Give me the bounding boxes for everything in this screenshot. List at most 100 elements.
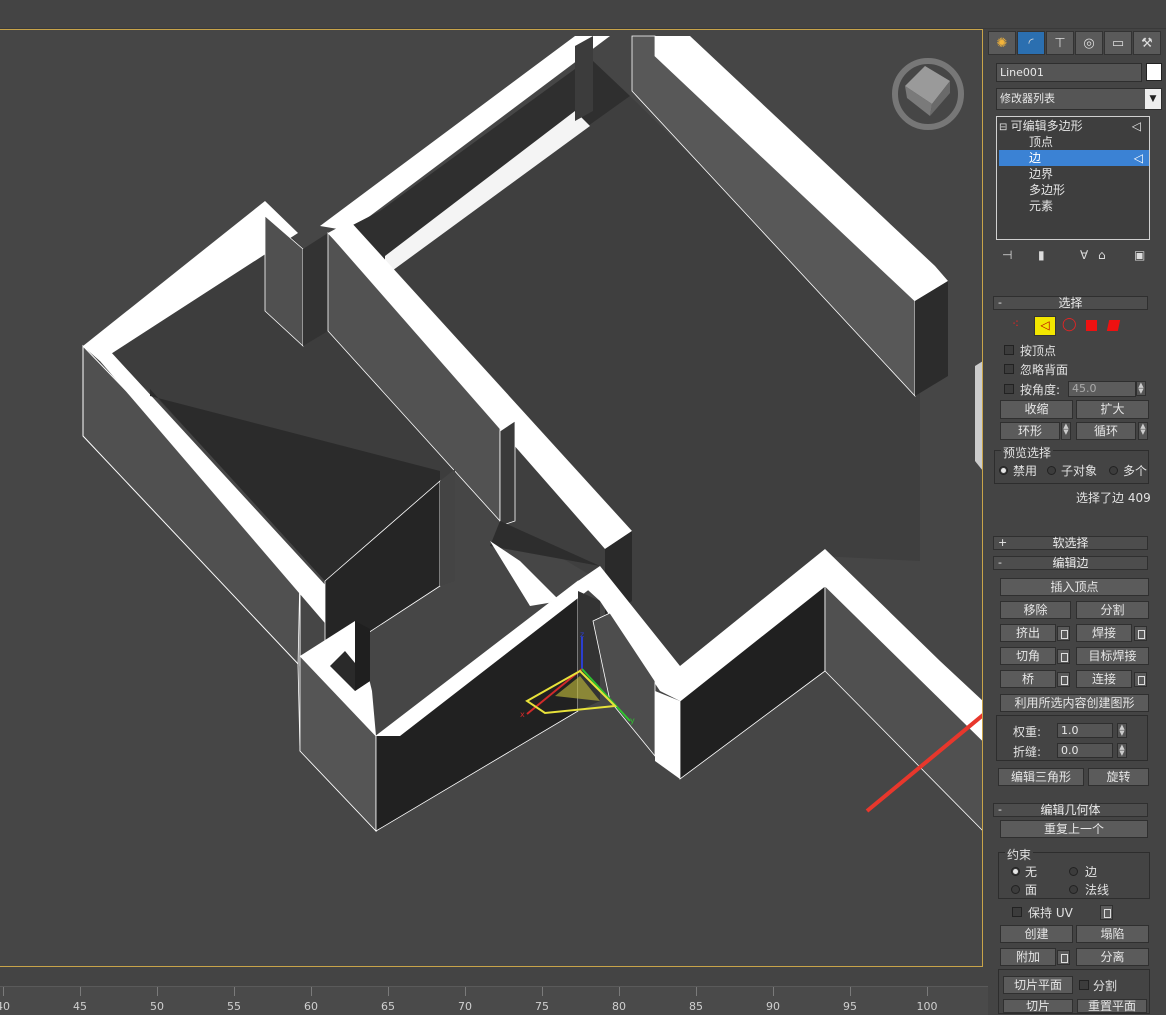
polygon-mode-icon[interactable] [1086,320,1097,331]
command-panel: ✺ ◜ ⊤ ◎ ▭ ⚒ Line001 修改器列表 ▼ ⊟ 可编辑多边形 ◁ 顶… [988,29,1166,1014]
hierarchy-tab-icon[interactable]: ⊤ [1046,31,1074,55]
grow-button[interactable]: 扩大 [1076,400,1149,419]
modifier-list-dropdown[interactable]: 修改器列表 ▼ [996,88,1162,110]
extrude-settings-icon[interactable] [1057,626,1070,641]
stack-item-polygon[interactable]: 多边形 [999,182,1149,198]
create-shape-button[interactable]: 利用所选内容创建图形 [1000,694,1149,712]
bridge-settings-icon[interactable] [1057,672,1070,687]
by-vertex-checkbox[interactable] [1004,345,1014,355]
edit-edges-rollout-header[interactable]: - 编辑边 [993,556,1148,570]
scene-geometry: z x y [0,30,982,966]
modifier-stack[interactable]: ⊟ 可编辑多边形 ◁ 顶点 边 ◁ 边界 多边形 元素 [996,116,1150,240]
object-color-swatch[interactable] [1146,63,1162,81]
loop-spinner[interactable]: ▲ ▼ [1138,422,1148,440]
detach-button[interactable]: 分离 [1076,948,1149,966]
svg-text:x: x [520,710,525,719]
constraint-face-radio[interactable] [1011,885,1020,894]
selection-rollout-header[interactable]: - 选择 [993,296,1148,310]
command-panel-tabs: ✺ ◜ ⊤ ◎ ▭ ⚒ [988,31,1163,55]
show-end-result-icon[interactable]: ▮ [1038,248,1045,262]
insert-vertex-button[interactable]: 插入顶点 [1000,578,1149,596]
tick-label: 95 [843,1000,857,1013]
motion-tab-icon[interactable]: ◎ [1075,31,1103,55]
weight-field[interactable]: 1.0 [1057,723,1113,738]
time-ruler[interactable]: 40 45 50 55 60 65 70 75 80 85 90 95 100 [0,986,988,1015]
crease-label: 折缝: [1013,745,1042,759]
preview-disabled-radio[interactable] [999,466,1008,475]
repeat-last-button[interactable]: 重复上一个 [1000,820,1148,838]
split-button[interactable]: 分割 [1076,601,1149,619]
border-mode-icon[interactable]: ◯ [1062,317,1077,332]
edge-mode-icon[interactable]: ◁ [1034,316,1056,336]
attach-list-icon[interactable] [1057,950,1070,965]
crease-spinner[interactable]: ▲ ▼ [1117,743,1127,758]
turn-button[interactable]: 旋转 [1088,768,1149,786]
slice-plane-button[interactable]: 切片平面 [1003,976,1073,994]
weld-settings-icon[interactable] [1134,626,1147,641]
preview-multi-radio[interactable] [1109,466,1118,475]
ignore-backfacing-label: 忽略背面 [1020,363,1069,377]
configure-sets-icon[interactable]: ▣ [1134,248,1145,262]
slice-group: 切片平面 分割 切片 重置平面 [998,969,1150,1014]
edit-triangulation-button[interactable]: 编辑三角形 [998,768,1084,786]
stack-item-vertex[interactable]: 顶点 [999,134,1149,150]
slice-button[interactable]: 切片 [1003,999,1073,1013]
loop-button[interactable]: 循环 [1076,422,1136,440]
preview-multi-label: 多个 [1123,464,1148,478]
element-mode-icon[interactable] [1106,320,1121,331]
reset-plane-button[interactable]: 重置平面 [1077,999,1147,1013]
remove-modifier-icon[interactable]: ⌂ [1098,248,1106,262]
ring-spinner[interactable]: ▲ ▼ [1061,422,1071,440]
constraint-normal-radio[interactable] [1069,885,1078,894]
by-angle-checkbox[interactable] [1004,384,1014,394]
extrude-button[interactable]: 挤出 [1000,624,1056,642]
remove-button[interactable]: 移除 [1000,601,1071,619]
angle-spinner[interactable]: ▲ ▼ [1136,381,1146,396]
attach-button[interactable]: 附加 [1000,948,1056,966]
triangle-icon: ◁ [1131,119,1141,133]
target-weld-button[interactable]: 目标焊接 [1076,647,1149,665]
stack-root-item[interactable]: ⊟ 可编辑多边形 ◁ [999,118,1147,134]
connect-button[interactable]: 连接 [1076,670,1132,688]
ring-button[interactable]: 环形 [1000,422,1060,440]
constraints-title: 约束 [1005,846,1034,863]
chamfer-settings-icon[interactable] [1057,649,1070,664]
display-tab-icon[interactable]: ▭ [1104,31,1132,55]
edit-geometry-rollout-header[interactable]: - 编辑几何体 [993,803,1148,817]
constraint-edge-radio[interactable] [1069,867,1078,876]
perspective-viewport[interactable]: z x y [0,29,983,967]
create-button[interactable]: 创建 [1000,925,1073,943]
chamfer-button[interactable]: 切角 [1000,647,1056,665]
stack-item-element[interactable]: 元素 [999,198,1149,214]
constraint-none-radio[interactable] [1011,867,1020,876]
pin-stack-icon[interactable]: ⊣ [1002,248,1012,262]
vertex-mode-icon[interactable]: ⁖ [1012,317,1019,331]
connect-settings-icon[interactable] [1134,672,1147,687]
ignore-backfacing-checkbox[interactable] [1004,364,1014,374]
make-unique-icon[interactable]: ∀ [1080,248,1088,262]
weight-label: 权重: [1013,725,1042,739]
bridge-button[interactable]: 桥 [1000,670,1056,688]
preserve-uv-settings-icon[interactable] [1100,905,1113,920]
weight-spinner[interactable]: ▲ ▼ [1117,723,1127,738]
crease-field[interactable]: 0.0 [1057,743,1113,758]
weight-crease-group: 权重: 1.0 ▲ ▼ 折缝: 0.0 ▲ ▼ [996,715,1148,761]
soft-selection-rollout-header[interactable]: + 软选择 [993,536,1148,550]
shrink-button[interactable]: 收缩 [1000,400,1073,419]
collapse-button[interactable]: 塌陷 [1076,925,1149,943]
angle-field[interactable]: 45.0 [1068,381,1136,397]
split-checkbox[interactable] [1079,980,1089,990]
preview-subobject-radio[interactable] [1047,466,1056,475]
timeline[interactable]: 40 45 50 55 60 65 70 75 80 85 90 95 100 [0,968,988,1015]
preview-selection-title: 预览选择 [1001,444,1054,461]
stack-item-border[interactable]: 边界 [999,166,1149,182]
weld-button[interactable]: 焊接 [1076,624,1132,642]
preserve-uv-checkbox[interactable] [1012,907,1022,917]
utilities-tab-icon[interactable]: ⚒ [1133,31,1161,55]
object-name-field[interactable]: Line001 [996,63,1142,82]
tick-label: 55 [227,1000,241,1013]
tick-label: 100 [916,1000,938,1013]
modify-tab-icon[interactable]: ◜ [1017,31,1045,55]
stack-item-edge[interactable]: 边 ◁ [999,150,1149,166]
create-tab-icon[interactable]: ✺ [988,31,1016,55]
